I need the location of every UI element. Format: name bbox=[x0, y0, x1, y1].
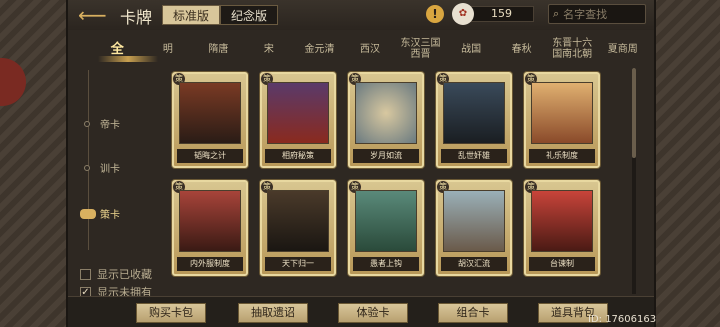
category-label: 帝卡 bbox=[100, 120, 120, 131]
user-id: ID: 17606163 bbox=[588, 314, 657, 325]
search-field[interactable]: ⌕ bbox=[548, 4, 646, 24]
tab-dynasty-chunqiu[interactable]: 春秋 bbox=[496, 44, 547, 55]
card-name: 愚者上钩 bbox=[353, 257, 419, 271]
card-name: 岁月如流 bbox=[353, 149, 419, 163]
card-item[interactable]: 策 礼乐制度 bbox=[524, 72, 600, 168]
card-grid: 策 韬晦之计 策 相府秘策 策 岁月如流 策 乱世奸雄 策 礼乐制度 策 内外服… bbox=[168, 68, 626, 296]
back-arrow-icon[interactable]: ⟵ bbox=[78, 5, 114, 25]
category-strategy[interactable]: 策卡 bbox=[80, 206, 120, 221]
category-active-icon bbox=[80, 208, 96, 219]
currency-amount: 159 bbox=[470, 6, 534, 22]
card-item[interactable]: 策 愚者上钩 bbox=[348, 180, 424, 276]
card-name: 相府秘策 bbox=[265, 149, 331, 163]
scroll-thumb[interactable] bbox=[632, 68, 636, 158]
left-background bbox=[0, 0, 70, 327]
tab-dynasty-dongjin[interactable]: 东晋十六 国南北朝 bbox=[547, 38, 598, 60]
right-background bbox=[650, 0, 720, 327]
card-name: 天下归一 bbox=[265, 257, 331, 271]
search-icon: ⌕ bbox=[553, 7, 560, 20]
checkbox-unchecked-icon[interactable] bbox=[80, 268, 91, 280]
card-item[interactable]: 策 韬晦之计 bbox=[172, 72, 248, 168]
card-name: 台谏制 bbox=[529, 257, 595, 271]
card-art bbox=[267, 82, 329, 144]
tab-dynasty-jinyuanqing[interactable]: 金元清 bbox=[294, 44, 345, 55]
filter-collected[interactable]: 显示已收藏 bbox=[80, 266, 152, 282]
card-name: 韬晦之计 bbox=[177, 149, 243, 163]
bottom-action-bar: 购买卡包 抽取遗诏 体验卡 组合卡 道具背包 bbox=[68, 296, 654, 327]
draw-edict-button[interactable]: 抽取遗诏 bbox=[238, 303, 308, 323]
warning-icon[interactable]: ! bbox=[426, 5, 444, 23]
card-name: 礼乐制度 bbox=[529, 149, 595, 163]
combo-card-button[interactable]: 组合卡 bbox=[438, 303, 508, 323]
active-tab-underline bbox=[98, 56, 158, 62]
dynasty-tab-bar: 全 明 隋唐 宋 金元清 西汉 东汉三国 西晋 战国 春秋 东晋十六 国南北朝 … bbox=[92, 34, 648, 64]
card-art bbox=[355, 82, 417, 144]
tab-dynasty-ming[interactable]: 明 bbox=[143, 44, 194, 55]
currency-value: 159 bbox=[491, 7, 512, 20]
filter-label: 显示已收藏 bbox=[97, 268, 152, 281]
tab-dynasty-zhanguo[interactable]: 战国 bbox=[446, 44, 497, 55]
card-item[interactable]: 策 乱世奸雄 bbox=[436, 72, 512, 168]
currency-icon: ✿ bbox=[452, 3, 474, 25]
card-item[interactable]: 策 内外服制度 bbox=[172, 180, 248, 276]
card-panel: ⟵ 卡牌 标准版 纪念版 ! 159 ✿ ⌕ 全 明 隋唐 宋 金元清 西汉 东… bbox=[66, 0, 656, 327]
tab-dynasty-xiashangzhou[interactable]: 夏商周 bbox=[597, 44, 648, 55]
card-item[interactable]: 策 天下归一 bbox=[260, 180, 336, 276]
card-item[interactable]: 策 胡汉汇流 bbox=[436, 180, 512, 276]
tab-dynasty-donghan[interactable]: 东汉三国 西晋 bbox=[395, 38, 446, 60]
card-item[interactable]: 策 岁月如流 bbox=[348, 72, 424, 168]
card-item[interactable]: 策 相府秘策 bbox=[260, 72, 336, 168]
category-training[interactable]: 训卡 bbox=[84, 160, 120, 175]
card-name: 内外服制度 bbox=[177, 257, 243, 271]
tab-dynasty-suitang[interactable]: 隋唐 bbox=[193, 44, 244, 55]
tab-dynasty-all[interactable]: 全 bbox=[92, 43, 143, 56]
tab-standard-version[interactable]: 标准版 bbox=[162, 5, 221, 25]
category-emperor[interactable]: 帝卡 bbox=[84, 116, 120, 131]
card-art bbox=[267, 190, 329, 252]
card-item[interactable]: 策 台谏制 bbox=[524, 180, 600, 276]
version-tabs: 标准版 纪念版 bbox=[162, 5, 279, 25]
category-dot-icon bbox=[84, 120, 90, 127]
card-art bbox=[531, 82, 593, 144]
card-art bbox=[179, 82, 241, 144]
search-input[interactable] bbox=[563, 7, 634, 21]
category-label: 训卡 bbox=[100, 164, 120, 175]
card-art bbox=[443, 82, 505, 144]
trial-card-button[interactable]: 体验卡 bbox=[338, 303, 408, 323]
buy-pack-button[interactable]: 购买卡包 bbox=[136, 303, 206, 323]
card-art bbox=[531, 190, 593, 252]
tab-dynasty-song[interactable]: 宋 bbox=[244, 44, 295, 55]
grid-scrollbar[interactable] bbox=[632, 68, 636, 294]
category-dot-icon bbox=[84, 164, 90, 171]
card-art bbox=[179, 190, 241, 252]
tab-dynasty-xihan[interactable]: 西汉 bbox=[345, 44, 396, 55]
card-name: 胡汉汇流 bbox=[441, 257, 507, 271]
card-art bbox=[443, 190, 505, 252]
category-label: 策卡 bbox=[100, 210, 120, 221]
card-name: 乱世奸雄 bbox=[441, 149, 507, 163]
page-title: 卡牌 bbox=[120, 8, 153, 27]
card-art bbox=[355, 190, 417, 252]
top-bar: ⟵ 卡牌 标准版 纪念版 ! 159 ✿ ⌕ bbox=[68, 0, 654, 30]
tab-commemorative-version[interactable]: 纪念版 bbox=[220, 5, 279, 25]
